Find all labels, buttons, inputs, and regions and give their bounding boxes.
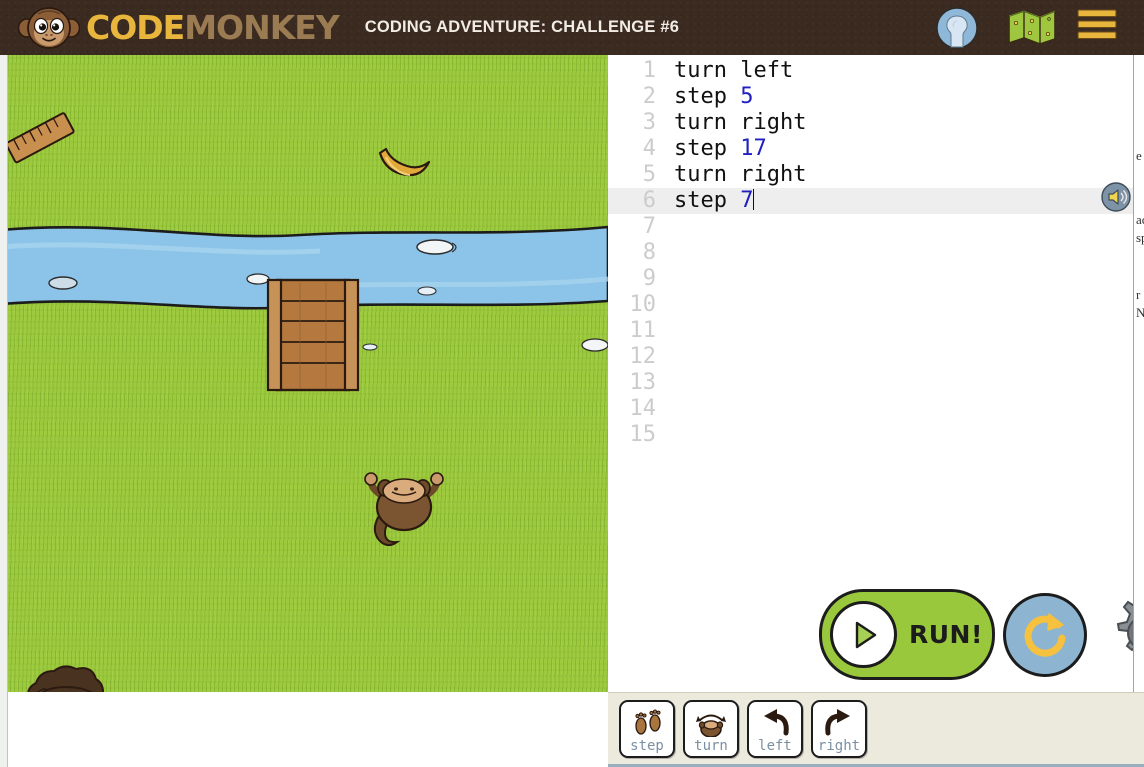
command-button-right[interactable]: right	[811, 699, 867, 758]
code-line[interactable]: 2 step 5	[608, 84, 1144, 110]
logo-monkey-text: MONKEY	[184, 8, 340, 47]
code-line[interactable]: 8	[608, 240, 1144, 266]
direction-token: left	[740, 58, 794, 83]
line-number: 15	[629, 422, 657, 447]
text-cursor	[753, 189, 755, 210]
command-button-label: turn	[694, 737, 728, 754]
line-text: step 7	[674, 188, 755, 214]
code-lines-container[interactable]: 1 turn left 2 step 5 3 turn right 4 step 17 5 tur…	[608, 55, 1144, 448]
line-number: 12	[629, 344, 657, 369]
command-toolbar: step turn left right	[608, 692, 1144, 767]
line-number: 1	[642, 58, 656, 83]
line-text: turn right	[674, 162, 806, 188]
line-number: 7	[642, 214, 656, 239]
code-line[interactable]: 15	[608, 422, 1144, 448]
stage-scenery	[0, 112, 608, 767]
command-token: turn	[674, 162, 741, 187]
line-number: 3	[642, 110, 656, 135]
code-line[interactable]: 14	[608, 396, 1144, 422]
direction-token: right	[740, 110, 807, 135]
side-panel-fragment: sp	[1136, 230, 1144, 245]
code-line[interactable]: 9	[608, 266, 1144, 292]
line-number: 4	[642, 136, 656, 161]
code-line[interactable]: 3 turn right	[608, 110, 1144, 136]
speaker-icon[interactable]	[1101, 182, 1131, 212]
command-button-turn[interactable]: turn	[683, 699, 739, 758]
code-line[interactable]: 12	[608, 344, 1144, 370]
refresh-icon	[1024, 613, 1066, 657]
command-button-label: right	[817, 737, 861, 754]
line-text: step 17	[674, 136, 767, 162]
command-button-left[interactable]: left	[747, 699, 803, 758]
code-line[interactable]: 5 turn right	[608, 162, 1144, 188]
line-text: step 5	[674, 84, 753, 110]
footprints-icon	[630, 708, 664, 738]
turn-monkey-icon	[694, 708, 728, 738]
direction-token: right	[740, 162, 807, 187]
toolbar-left-filler	[0, 692, 608, 767]
line-number: 5	[642, 162, 656, 187]
arrow-left-icon	[758, 708, 792, 738]
number-token: 5	[740, 84, 754, 109]
header-icon-group	[936, 6, 1118, 49]
monkey-face-icon	[17, 6, 81, 50]
line-number: 13	[629, 370, 657, 395]
code-line[interactable]: 13	[608, 370, 1144, 396]
arrow-right-icon	[822, 708, 856, 738]
code-line[interactable]: 6 step 7	[608, 188, 1144, 214]
hamburger-menu-icon[interactable]	[1076, 7, 1118, 49]
line-number: 8	[642, 240, 656, 265]
code-line[interactable]: 4 step 17	[608, 136, 1144, 162]
command-token: step	[674, 188, 741, 213]
line-number: 11	[629, 318, 657, 343]
side-panel-fragment: r	[1136, 287, 1141, 302]
run-button[interactable]: RUN!	[819, 589, 995, 680]
number-token: 17	[740, 136, 767, 161]
play-icon	[830, 601, 897, 668]
code-line[interactable]: 7	[608, 214, 1144, 240]
command-token: step	[674, 84, 741, 109]
line-number: 9	[642, 266, 656, 291]
reset-button[interactable]	[1003, 593, 1087, 677]
line-number: 2	[642, 84, 656, 109]
avatar-icon[interactable]	[936, 6, 978, 49]
monkey-character	[364, 472, 444, 546]
command-token: step	[674, 136, 741, 161]
command-button-label: step	[630, 737, 664, 754]
map-icon[interactable]	[1006, 7, 1056, 49]
run-button-label: RUN!	[909, 620, 983, 649]
banana-item	[378, 147, 431, 177]
game-stage	[0, 55, 608, 767]
side-panel-fragment: ac	[1136, 212, 1144, 227]
page-title: CODING ADVENTURE: CHALLENGE #6	[364, 18, 680, 36]
logo-code-text: CODE	[86, 8, 185, 47]
line-number: 10	[629, 292, 657, 317]
code-line[interactable]: 11	[608, 318, 1144, 344]
side-panel-fragment: N	[1136, 305, 1144, 321]
ruler-item	[5, 112, 75, 164]
side-panel-fragment: e	[1136, 148, 1142, 163]
line-text: turn left	[674, 58, 793, 84]
command-button-step[interactable]: step	[619, 699, 675, 758]
line-number: 14	[629, 396, 657, 421]
instructions-panel-edge[interactable]: e ac sp r N	[1133, 55, 1144, 692]
line-text: turn right	[674, 110, 806, 136]
command-token: turn	[674, 110, 741, 135]
command-token: turn	[674, 58, 741, 83]
app-header: CODEMONKEY CODING ADVENTURE: CHALLENGE #…	[0, 0, 1144, 55]
number-token: 7	[740, 188, 754, 213]
logo-wordmark: CODEMONKEY	[86, 8, 340, 47]
line-number: 6	[642, 188, 656, 213]
code-line[interactable]: 10	[608, 292, 1144, 318]
bridge	[266, 278, 360, 392]
stage-left-edge-strip	[0, 55, 8, 767]
code-line[interactable]: 1 turn left	[608, 58, 1144, 84]
command-button-label: left	[758, 737, 792, 754]
